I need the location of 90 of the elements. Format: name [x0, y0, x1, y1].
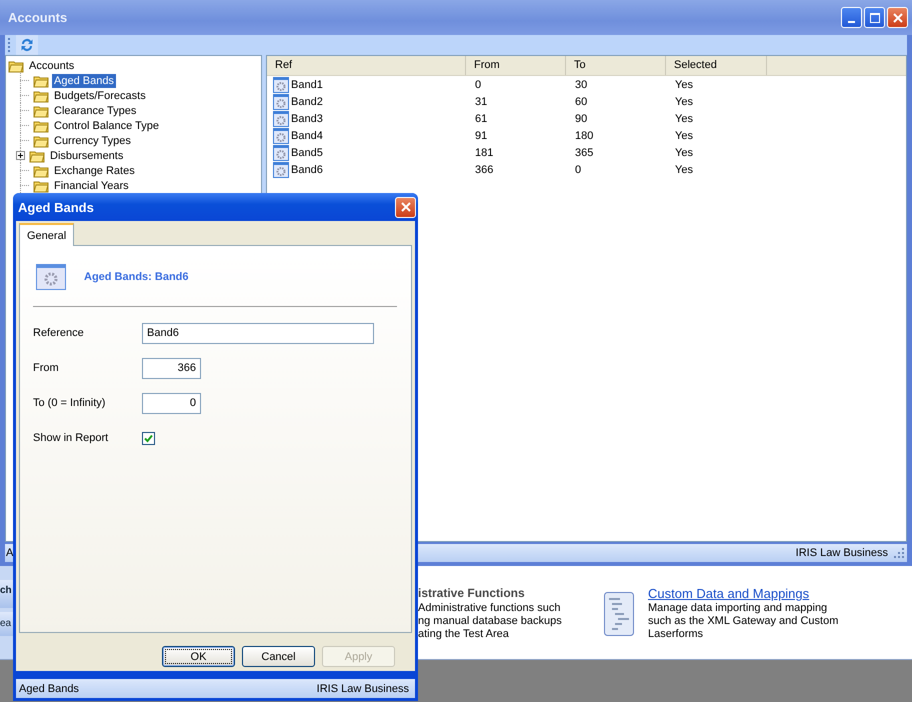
tree-item[interactable]: Clearance Types — [52, 104, 138, 118]
table-cell: 30 — [575, 78, 588, 90]
field-label: Reference — [33, 327, 85, 339]
folder-icon — [29, 148, 45, 162]
tree-item[interactable]: Exchange Rates — [52, 164, 137, 178]
table-cell: Yes — [675, 96, 693, 108]
column-header[interactable]: To — [566, 56, 666, 75]
gear-window-icon — [273, 94, 289, 110]
dialog-button[interactable]: Cancel — [242, 646, 315, 667]
field-label: To (0 = Infinity) — [33, 397, 106, 409]
input-field[interactable]: Band6 — [142, 322, 374, 344]
close-button[interactable] — [395, 196, 416, 218]
feature-link[interactable]: Custom Data and Mappings — [648, 586, 810, 601]
folder-icon — [33, 104, 49, 118]
table-cell: Yes — [675, 164, 693, 176]
table-cell: 31 — [475, 96, 488, 108]
table-cell: 365 — [575, 146, 594, 158]
table-cell: Band4 — [291, 130, 323, 142]
feature-description: Manage data importing and mapping such as the XML Gateway and Custom Laserforms — [648, 602, 838, 641]
status-text: IRIS Law Business — [796, 547, 888, 559]
tree-item[interactable]: Control Balance Type — [52, 118, 161, 132]
tree-item[interactable]: Disbursements — [48, 148, 126, 162]
table-cell: 91 — [475, 130, 488, 142]
checkbox[interactable] — [142, 432, 155, 444]
table-cell: Band3 — [291, 112, 323, 124]
close-button[interactable] — [887, 7, 908, 28]
maximize-icon — [870, 12, 880, 22]
dialog-button[interactable]: OK — [162, 646, 235, 667]
table-cell: 0 — [575, 164, 582, 176]
tree-item[interactable]: Budgets/Forecasts — [52, 88, 148, 102]
folder-icon — [33, 118, 49, 132]
refresh-button[interactable] — [16, 35, 38, 55]
table-cell: Yes — [675, 112, 693, 124]
tab[interactable]: General — [19, 223, 74, 246]
column-header[interactable]: Selected — [666, 56, 767, 75]
document-list-icon — [604, 592, 634, 636]
gear-window-icon — [273, 110, 289, 126]
status-text: IRIS Law Business — [316, 682, 409, 694]
close-icon — [400, 202, 410, 212]
tree-item[interactable]: Aged Bands — [52, 74, 116, 88]
table-cell: Band1 — [291, 78, 323, 90]
sidebar-item[interactable]: ea — [0, 612, 14, 636]
input-field[interactable]: 0 — [142, 392, 201, 414]
table-cell: Yes — [675, 78, 693, 90]
resize-grip-icon — [894, 548, 904, 558]
table-cell: Yes — [675, 146, 693, 158]
table-cell: 366 — [475, 164, 494, 176]
tree-item[interactable]: Financial Years — [52, 178, 131, 192]
dialog-heading: Aged Bands: Band6 — [84, 271, 189, 283]
maximize-button[interactable] — [864, 7, 885, 28]
folder-icon — [33, 178, 49, 192]
feature-description: Administrative functions such ng manual database backups ating the Test Area — [418, 602, 562, 641]
table-cell: 90 — [575, 112, 588, 124]
table-cell: 0 — [475, 78, 482, 90]
gear-window-icon — [273, 144, 289, 160]
refresh-icon — [19, 37, 35, 53]
gear-window-icon — [273, 128, 289, 144]
minimize-button[interactable] — [841, 7, 862, 28]
field-label: From — [33, 362, 60, 374]
gear-window-icon — [273, 162, 289, 178]
status-text: A — [6, 547, 14, 559]
folder-icon — [33, 134, 49, 148]
table-cell: Band2 — [291, 96, 323, 108]
column-header[interactable]: From — [466, 56, 566, 75]
table-cell: 180 — [575, 130, 594, 142]
expand-icon[interactable] — [16, 151, 25, 160]
table-cell: 181 — [475, 146, 494, 158]
table-cell: Band6 — [291, 164, 323, 176]
table-cell: Yes — [675, 130, 693, 142]
gear-window-icon — [273, 76, 289, 92]
status-text: Aged Bands — [19, 682, 79, 694]
tree-item[interactable]: Accounts — [27, 58, 76, 72]
close-icon — [892, 12, 902, 22]
folder-icon — [33, 88, 49, 102]
input-field[interactable]: 366 — [142, 358, 201, 378]
folder-icon — [8, 58, 24, 72]
field-label: Show in Report — [33, 432, 110, 444]
dialog-title: Aged Bands — [18, 200, 94, 214]
minimize-icon — [848, 20, 855, 22]
sidebar-item[interactable]: ch — [0, 580, 14, 608]
gear-window-icon — [36, 264, 66, 290]
table-cell: 60 — [575, 96, 588, 108]
feature-heading: istrative Functions — [418, 586, 526, 600]
folder-icon — [33, 74, 49, 88]
table-cell: Band5 — [291, 146, 323, 158]
folder-icon — [33, 164, 49, 178]
column-header[interactable]: Ref — [267, 56, 466, 75]
window-title: Accounts — [8, 10, 68, 25]
tree-item[interactable]: Currency Types — [52, 134, 133, 148]
table-cell: 61 — [475, 112, 488, 124]
